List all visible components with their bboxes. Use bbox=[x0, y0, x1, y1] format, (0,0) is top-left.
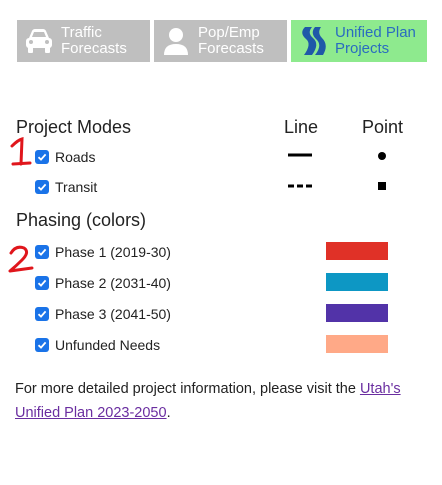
phase-3-swatch bbox=[326, 304, 388, 322]
tab-unified-plan-projects[interactable]: Unified Plan Projects bbox=[291, 20, 427, 62]
unfunded-needs-swatch bbox=[326, 335, 388, 353]
annotation-number-2 bbox=[8, 245, 34, 273]
person-icon bbox=[154, 20, 198, 62]
mode-roads[interactable]: Roads bbox=[35, 147, 95, 167]
unfunded-needs-label: Unfunded Needs bbox=[55, 337, 161, 353]
phase-1[interactable]: Phase 1 (2019-30) bbox=[35, 242, 171, 262]
phasing-title: Phasing (colors) bbox=[16, 210, 147, 230]
point-symbols bbox=[378, 152, 386, 190]
tab-bar: Traffic Forecasts Pop/Emp Forecasts Unif… bbox=[17, 20, 427, 62]
phase-2-swatch bbox=[326, 273, 388, 291]
tab-label: Unified Plan Projects bbox=[335, 24, 416, 57]
transit-label: Transit bbox=[55, 179, 98, 195]
tab-traffic-forecasts[interactable]: Traffic Forecasts bbox=[17, 20, 150, 62]
tab-label: Traffic Forecasts bbox=[61, 24, 127, 57]
phase-3-label: Phase 3 (2041-50) bbox=[55, 306, 171, 322]
phase-2-checkbox[interactable] bbox=[35, 276, 49, 290]
phase-1-label: Phase 1 (2019-30) bbox=[55, 244, 171, 260]
tab-pop-emp-forecasts[interactable]: Pop/Emp Forecasts bbox=[154, 20, 287, 62]
phase-2[interactable]: Phase 2 (2031-40) bbox=[35, 273, 171, 293]
line-symbols bbox=[288, 153, 312, 188]
phase-3[interactable]: Phase 3 (2041-50) bbox=[35, 304, 171, 324]
point-column-header: Point bbox=[362, 117, 404, 137]
road-icon bbox=[291, 20, 335, 62]
phase-3-checkbox[interactable] bbox=[35, 307, 49, 321]
line-column-header: Line bbox=[284, 117, 319, 137]
tab-label: Pop/Emp Forecasts bbox=[198, 24, 264, 57]
unfunded-needs-checkbox[interactable] bbox=[35, 338, 49, 352]
car-icon bbox=[17, 20, 61, 62]
square-point-symbol bbox=[378, 182, 386, 190]
unfunded-needs[interactable]: Unfunded Needs bbox=[35, 335, 160, 355]
circle-point-symbol bbox=[378, 152, 386, 160]
footer-body: For more detailed project information, p… bbox=[15, 381, 360, 397]
mode-transit[interactable]: Transit bbox=[35, 177, 97, 197]
roads-label: Roads bbox=[55, 149, 96, 165]
annotation-number-1 bbox=[10, 137, 32, 166]
footer-text: For more detailed project information, p… bbox=[15, 377, 435, 425]
transit-checkbox[interactable] bbox=[35, 180, 49, 194]
footer-end: . bbox=[166, 405, 171, 421]
phase-2-label: Phase 2 (2031-40) bbox=[55, 275, 171, 291]
phase-1-swatch bbox=[326, 242, 388, 260]
